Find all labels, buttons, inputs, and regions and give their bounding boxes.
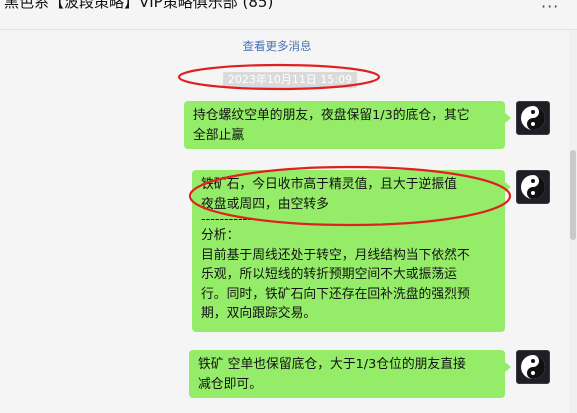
chat-title: 黑色系【波段策略】VIP策略俱乐部 (85) bbox=[4, 0, 274, 11]
message-line: 铁矿石，今日收市高于精灵值，且大于逆振值 bbox=[201, 177, 457, 192]
message-bubble[interactable]: 铁矿 空单也保留底仓，大于1/3仓位的朋友直接 减仓即可。 bbox=[189, 350, 511, 398]
avatar[interactable] bbox=[516, 170, 550, 204]
timestamp-divider: 2023年10月11日 15:09 bbox=[205, 68, 375, 88]
yin-yang-icon bbox=[521, 175, 545, 199]
message-line: 目前基于周线还处于转空，月线结构当下依然不 bbox=[201, 247, 470, 263]
chat-header: 黑色系【波段策略】VIP策略俱乐部 (85) ··· bbox=[0, 0, 577, 30]
message-line: 减仓即可。 bbox=[198, 376, 262, 392]
message-line: 铁矿 空单也保留底仓，大于1/3仓位的朋友直接 bbox=[198, 357, 466, 372]
scrollbar-thumb[interactable] bbox=[570, 150, 576, 240]
message-line: 乐观，所以短线的转折预期空间不大或振荡运 bbox=[201, 267, 457, 282]
scrollbar[interactable] bbox=[569, 30, 577, 413]
avatar[interactable] bbox=[516, 350, 550, 384]
chat-window: 黑色系【波段策略】VIP策略俱乐部 (85) ··· 查看更多消息 2023年1… bbox=[0, 0, 577, 413]
message-line: 全部止赢 bbox=[193, 127, 245, 143]
message-line: 行。同时，铁矿石向下还存在回补洗盘的强烈预 bbox=[201, 286, 470, 302]
message-line: 分析： bbox=[201, 228, 240, 243]
timestamp-label: 2023年10月11日 15:09 bbox=[222, 72, 358, 88]
message-line: 持仓螺纹空单的朋友，夜盘保留1/3的底仓，其它 bbox=[193, 108, 470, 123]
yin-yang-icon bbox=[521, 106, 545, 130]
message-bubble[interactable]: 铁矿石，今日收市高于精灵值，且大于逆振值 夜盘或周四，由空转多 --------… bbox=[192, 170, 511, 332]
load-more-link[interactable]: 查看更多消息 bbox=[0, 38, 554, 54]
message-bubble[interactable]: 持仓螺纹空单的朋友，夜盘保留1/3的底仓，其它 全部止赢 bbox=[184, 101, 511, 149]
avatar[interactable] bbox=[516, 101, 550, 135]
message-line: 期，双向跟踪交易。 bbox=[201, 306, 317, 321]
yin-yang-icon bbox=[521, 355, 545, 379]
message-line: ------------ bbox=[201, 212, 257, 227]
more-dots-icon[interactable]: ··· bbox=[541, 0, 563, 15]
